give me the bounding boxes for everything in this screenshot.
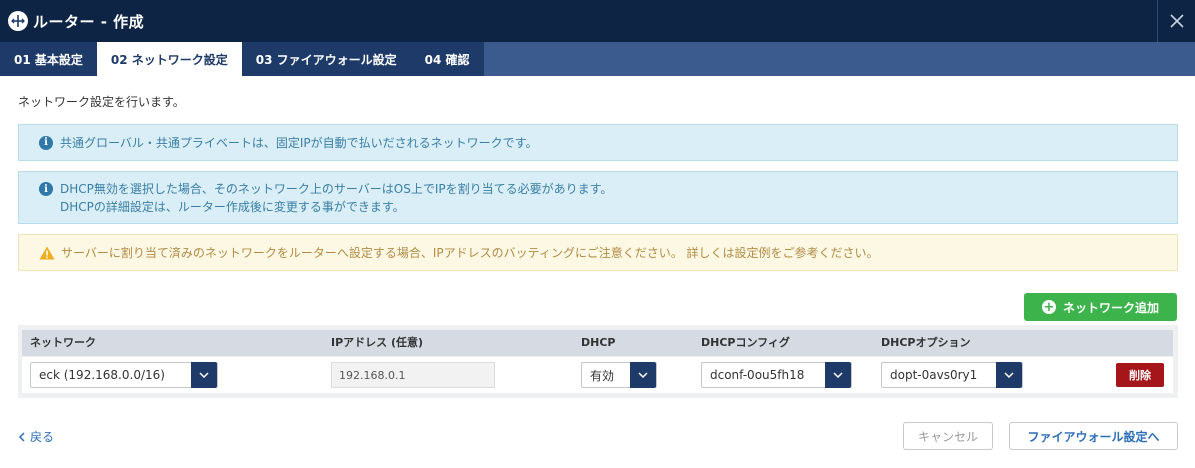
column-header-dhcp: DHCP	[581, 336, 616, 349]
network-table: ネットワーク IPアドレス (任意) DHCP DHCPコンフィグ DHCPオプ…	[18, 325, 1178, 398]
warning-alert: サーバーに割り当て済みのネットワークをルーターへ設定する場合、IPアドレスのバッ…	[18, 234, 1178, 271]
dhcp-config-select[interactable]: dconf-0ou5fh18	[701, 362, 852, 388]
warning-alert-text: サーバーに割り当て済みのネットワークをルーターへ設定する場合、IPアドレスのバッ…	[61, 245, 879, 260]
close-icon[interactable]	[1169, 14, 1184, 28]
modal-title: ルーター - 作成	[33, 12, 145, 31]
column-header-ip: IPアドレス (任意)	[331, 336, 424, 349]
dhcp-config-select-value: dconf-0ou5fh18	[710, 368, 805, 382]
tab-basic-settings[interactable]: 01 基本設定	[0, 42, 97, 76]
cancel-button[interactable]: キャンセル	[903, 422, 993, 450]
next-firewall-button[interactable]: ファイアウォール設定へ	[1009, 422, 1178, 450]
column-header-dhcp-config: DHCPコンフィグ	[701, 336, 790, 349]
dhcp-select[interactable]: 有効	[581, 362, 657, 388]
info-icon: i	[39, 182, 53, 196]
delete-row-button[interactable]: 削除	[1116, 363, 1164, 387]
back-label: 戻る	[30, 430, 55, 444]
back-link[interactable]: 戻る	[18, 428, 54, 445]
chevron-down-icon[interactable]	[630, 362, 656, 388]
intro-text: ネットワーク設定を行います。	[18, 95, 185, 109]
info-alert-dhcp: i DHCP無効を選択した場合、そのネットワーク上のサーバーはOS上でIPを割り…	[18, 171, 1178, 224]
info-icon: i	[39, 135, 53, 150]
info-alert-text-line1: DHCP無効を選択した場合、そのネットワーク上のサーバーはOS上でIPを割り当て…	[60, 182, 613, 196]
info-alert-text-line2: DHCPの詳細設定は、ルーター作成後に変更する事ができます。	[60, 200, 405, 214]
tab-bar-filler	[483, 42, 1195, 76]
wizard-tabs: 01 基本設定 02 ネットワーク設定 03 ファイアウォール設定 04 確認	[0, 42, 1195, 76]
add-network-button[interactable]: + ネットワーク追加	[1024, 293, 1177, 321]
table-header: ネットワーク IPアドレス (任意) DHCP DHCPコンフィグ DHCPオプ…	[22, 330, 1173, 356]
tab-confirm[interactable]: 04 確認	[410, 42, 484, 76]
close-button[interactable]	[1157, 0, 1195, 42]
column-header-dhcp-option: DHCPオプション	[881, 336, 971, 349]
add-network-label: ネットワーク追加	[1062, 300, 1159, 315]
warning-icon	[39, 246, 55, 259]
chevron-down-icon[interactable]	[191, 362, 217, 388]
info-alert-text: 共通グローバル・共通プライベートは、固定IPが自動で払いだされるネットワークです…	[60, 135, 538, 150]
column-header-network: ネットワーク	[30, 336, 96, 349]
plus-circle-icon: +	[1041, 299, 1056, 315]
tab-firewall-settings[interactable]: 03 ファイアウォール設定	[241, 42, 411, 76]
dhcp-option-select[interactable]: dopt-0avs0ry1	[881, 362, 1023, 388]
router-icon	[8, 11, 28, 31]
chevron-left-icon	[18, 431, 25, 442]
tab-network-settings[interactable]: 02 ネットワーク設定	[96, 42, 242, 76]
dhcp-select-value: 有効	[590, 368, 615, 383]
modal-header: ルーター - 作成	[0, 0, 1195, 42]
chevron-down-icon[interactable]	[825, 362, 851, 388]
table-row: eck (192.168.0.0/16) 192.168.0.1 有効 dcon…	[22, 357, 1173, 393]
ip-address-input[interactable]: 192.168.0.1	[331, 362, 495, 388]
network-select-value: eck (192.168.0.0/16)	[39, 368, 165, 382]
dhcp-option-select-value: dopt-0avs0ry1	[890, 368, 978, 382]
info-alert-ip: i 共通グローバル・共通プライベートは、固定IPが自動で払いだされるネットワーク…	[18, 124, 1178, 161]
chevron-down-icon[interactable]	[996, 362, 1022, 388]
network-select[interactable]: eck (192.168.0.0/16)	[30, 362, 218, 388]
